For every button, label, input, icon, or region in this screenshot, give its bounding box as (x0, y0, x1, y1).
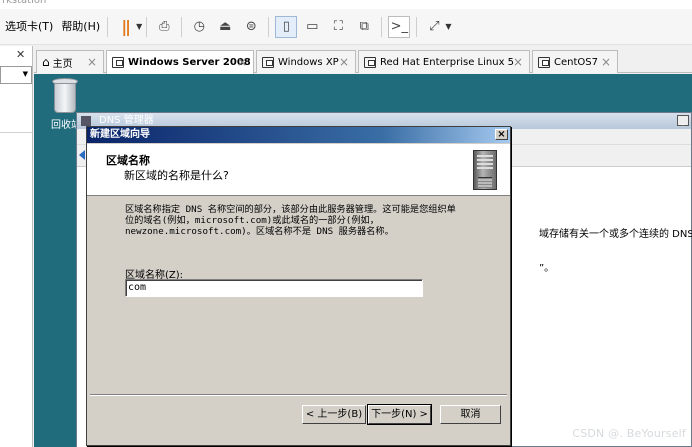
dns-icon (81, 116, 91, 126)
menu-tabs[interactable]: 选项卡(T) (2, 17, 56, 37)
menu-toolbar: 选项卡(T) 帮助(H) || ▼ ⎙ ◷ ⏏ ⊜ ▯ ▭ ⛶ ⧉ >_ ⤢ ▼ (0, 9, 692, 45)
close-icon[interactable]: × (237, 55, 247, 69)
next-button[interactable]: 下一步(N) > (367, 404, 432, 425)
tab-home[interactable]: ⌂ 主页 × (36, 50, 104, 73)
divider (90, 394, 507, 396)
stretch-icon[interactable]: ⤢ (423, 16, 445, 38)
tab-windows-server-2008[interactable]: Windows Server 2008 × (106, 50, 254, 74)
toolbar-separator (268, 16, 270, 37)
vm-icon (364, 56, 376, 68)
close-icon[interactable]: × (495, 129, 508, 140)
vm-screen[interactable]: 回收站 DNS 管理器 _ 域存储有关一个或多个连续的 DNS 域 ”。 新建区… (34, 74, 692, 447)
snapshot-icon[interactable]: ◷ (188, 16, 210, 38)
tab-windows-xp[interactable]: Windows XP × (256, 50, 356, 73)
tab-centos7[interactable]: CentOS7 × (532, 50, 618, 73)
back-button[interactable]: < 上一步(B) (302, 405, 366, 424)
minimize-icon[interactable]: _ (677, 115, 689, 126)
dns-description-text: 域存储有关一个或多个连续的 DNS 域 (539, 229, 692, 240)
watermark: CSDN @. BeYourself (572, 427, 686, 440)
tab-label: Red Hat Enterprise Linux 5 (380, 56, 515, 68)
vm-icon (538, 56, 550, 68)
toolbar-separator (107, 16, 109, 37)
back-arrow-icon[interactable] (79, 150, 85, 160)
dns-manager-title: DNS 管理器 (99, 115, 154, 126)
divider (0, 132, 32, 133)
zone-name-input[interactable]: com (125, 279, 423, 297)
wizard-heading: 区域名称 (106, 154, 150, 167)
close-icon[interactable]: × (601, 55, 611, 69)
close-icon[interactable]: × (513, 55, 523, 69)
vm-icon (112, 57, 124, 68)
toolbar-separator (381, 16, 383, 37)
library-panel: ✕ ▼ (0, 46, 33, 447)
revert-snapshot-icon[interactable]: ⏏ (214, 16, 236, 38)
menu-help[interactable]: 帮助(H) (58, 17, 103, 37)
toolbar-separator (416, 16, 418, 37)
console-icon[interactable]: >_ (388, 15, 411, 38)
thumbnail-view-icon[interactable]: ▭ (301, 16, 323, 38)
tab-bar: ⌂ 主页 × Windows Server 2008 × Windows XP … (34, 46, 692, 74)
tab-label: Windows XP (278, 56, 339, 68)
tab-label: CentOS7 (554, 56, 598, 68)
server-icon (473, 150, 497, 190)
description-line: newzone.microsoft.com)。区域名称不是 DNS 服务器名称。 (125, 226, 394, 237)
unity-icon[interactable]: ⧉ (353, 16, 375, 38)
description-line: 区域名称指定 DNS 名称空间的部分，该部分由此服务器管理。这可能是您组织单 (125, 204, 456, 215)
new-zone-wizard-dialog: 新建区域向导 × 区域名称 新区域的名称是什么? 区域名称指定 DNS 名称空间… (86, 126, 511, 446)
cancel-button[interactable]: 取消 (440, 405, 501, 424)
vm-icon (262, 56, 274, 68)
close-icon[interactable]: × (87, 55, 97, 69)
description-line: 位的域名(例如，microsoft.com)或此域名的一部分(例如， (125, 215, 379, 226)
snapshot-manager-icon[interactable]: ⊜ (240, 16, 262, 38)
close-icon[interactable]: ✕ (16, 48, 25, 61)
library-view-icon[interactable]: ▯ (275, 15, 298, 38)
recycle-bin-icon[interactable] (50, 78, 80, 114)
app-title-strip: rkstation (0, 0, 692, 9)
wizard-header: 区域名称 新区域的名称是什么? (87, 144, 510, 196)
chevron-down-icon[interactable]: ▼ (136, 22, 142, 31)
app-title: rkstation (2, 0, 47, 6)
tab-label: 主页 (52, 58, 73, 70)
send-keys-icon[interactable]: ⎙ (153, 16, 175, 38)
library-search-combo[interactable]: ▼ (0, 66, 32, 84)
toolbar-separator (181, 16, 183, 37)
pause-icon[interactable]: || (114, 16, 136, 38)
toolbar-separator (146, 16, 148, 37)
tab-red-hat-enterprise-linux-5[interactable]: Red Hat Enterprise Linux 5 × (358, 50, 530, 73)
home-icon: ⌂ (42, 55, 50, 69)
wizard-subheading: 新区域的名称是什么? (124, 169, 229, 182)
chevron-down-icon: ▼ (22, 70, 28, 78)
fullscreen-icon[interactable]: ⛶ (327, 16, 349, 38)
dns-description-text-end: ”。 (539, 263, 555, 274)
wizard-titlebar: 新建区域向导 × (87, 127, 510, 143)
wizard-title: 新建区域向导 (90, 129, 150, 140)
chevron-down-icon[interactable]: ▼ (445, 22, 451, 31)
close-icon[interactable]: × (339, 55, 349, 69)
wizard-description: 区域名称指定 DNS 名称空间的部分，该部分由此服务器管理。这可能是您组织单 位… (125, 204, 495, 237)
tab-label: Windows Server 2008 (128, 57, 251, 68)
